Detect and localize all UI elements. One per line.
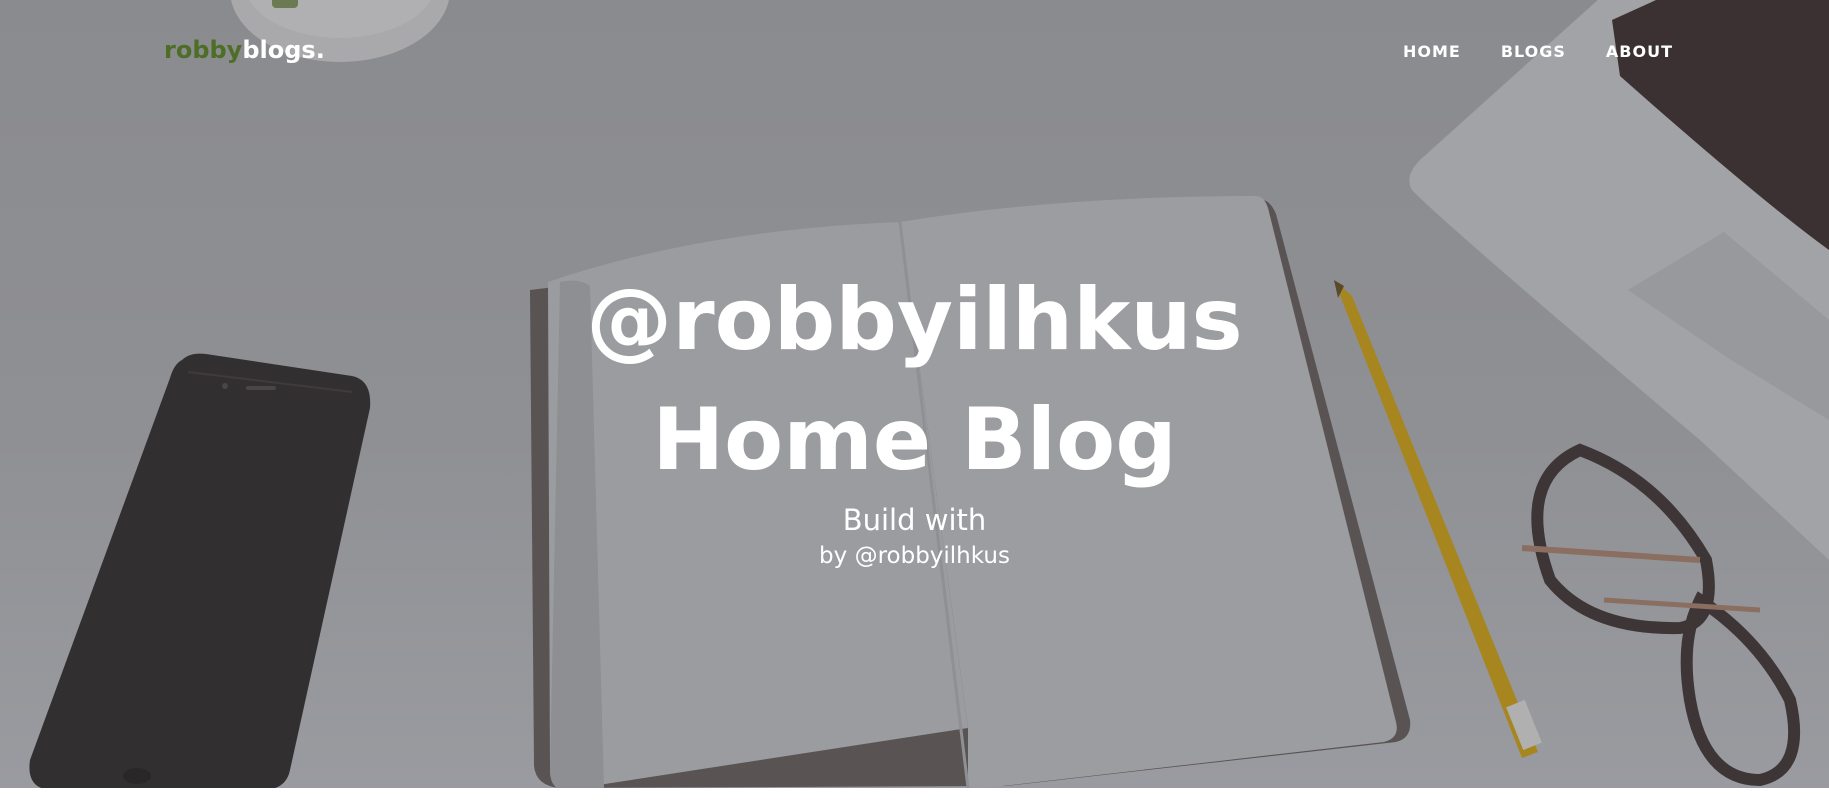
brand-accent-text: robby <box>164 36 243 64</box>
brand-logo[interactable]: robbyblogs. <box>164 36 325 64</box>
nav-link-about[interactable]: ABOUT <box>1606 42 1673 61</box>
nav-links: HOME BLOGS ABOUT <box>1403 42 1673 61</box>
title-line-2: Home Blog <box>652 390 1177 490</box>
page-bottom-strip <box>0 788 1829 811</box>
byline: by @robbyilhkus <box>819 543 1010 569</box>
subheading: Build with <box>842 503 987 537</box>
nav-link-home[interactable]: HOME <box>1403 42 1461 61</box>
brand-rest-text: blogs. <box>242 36 325 64</box>
hero-section: robbyblogs. HOME BLOGS ABOUT @robbyilhku… <box>0 0 1829 788</box>
page-title: @robbyilhkus Home Blog <box>0 260 1829 500</box>
title-line-1: @robbyilhkus <box>586 270 1243 370</box>
nav-link-blogs[interactable]: BLOGS <box>1501 42 1566 61</box>
navbar: robbyblogs. HOME BLOGS ABOUT <box>0 0 1829 104</box>
